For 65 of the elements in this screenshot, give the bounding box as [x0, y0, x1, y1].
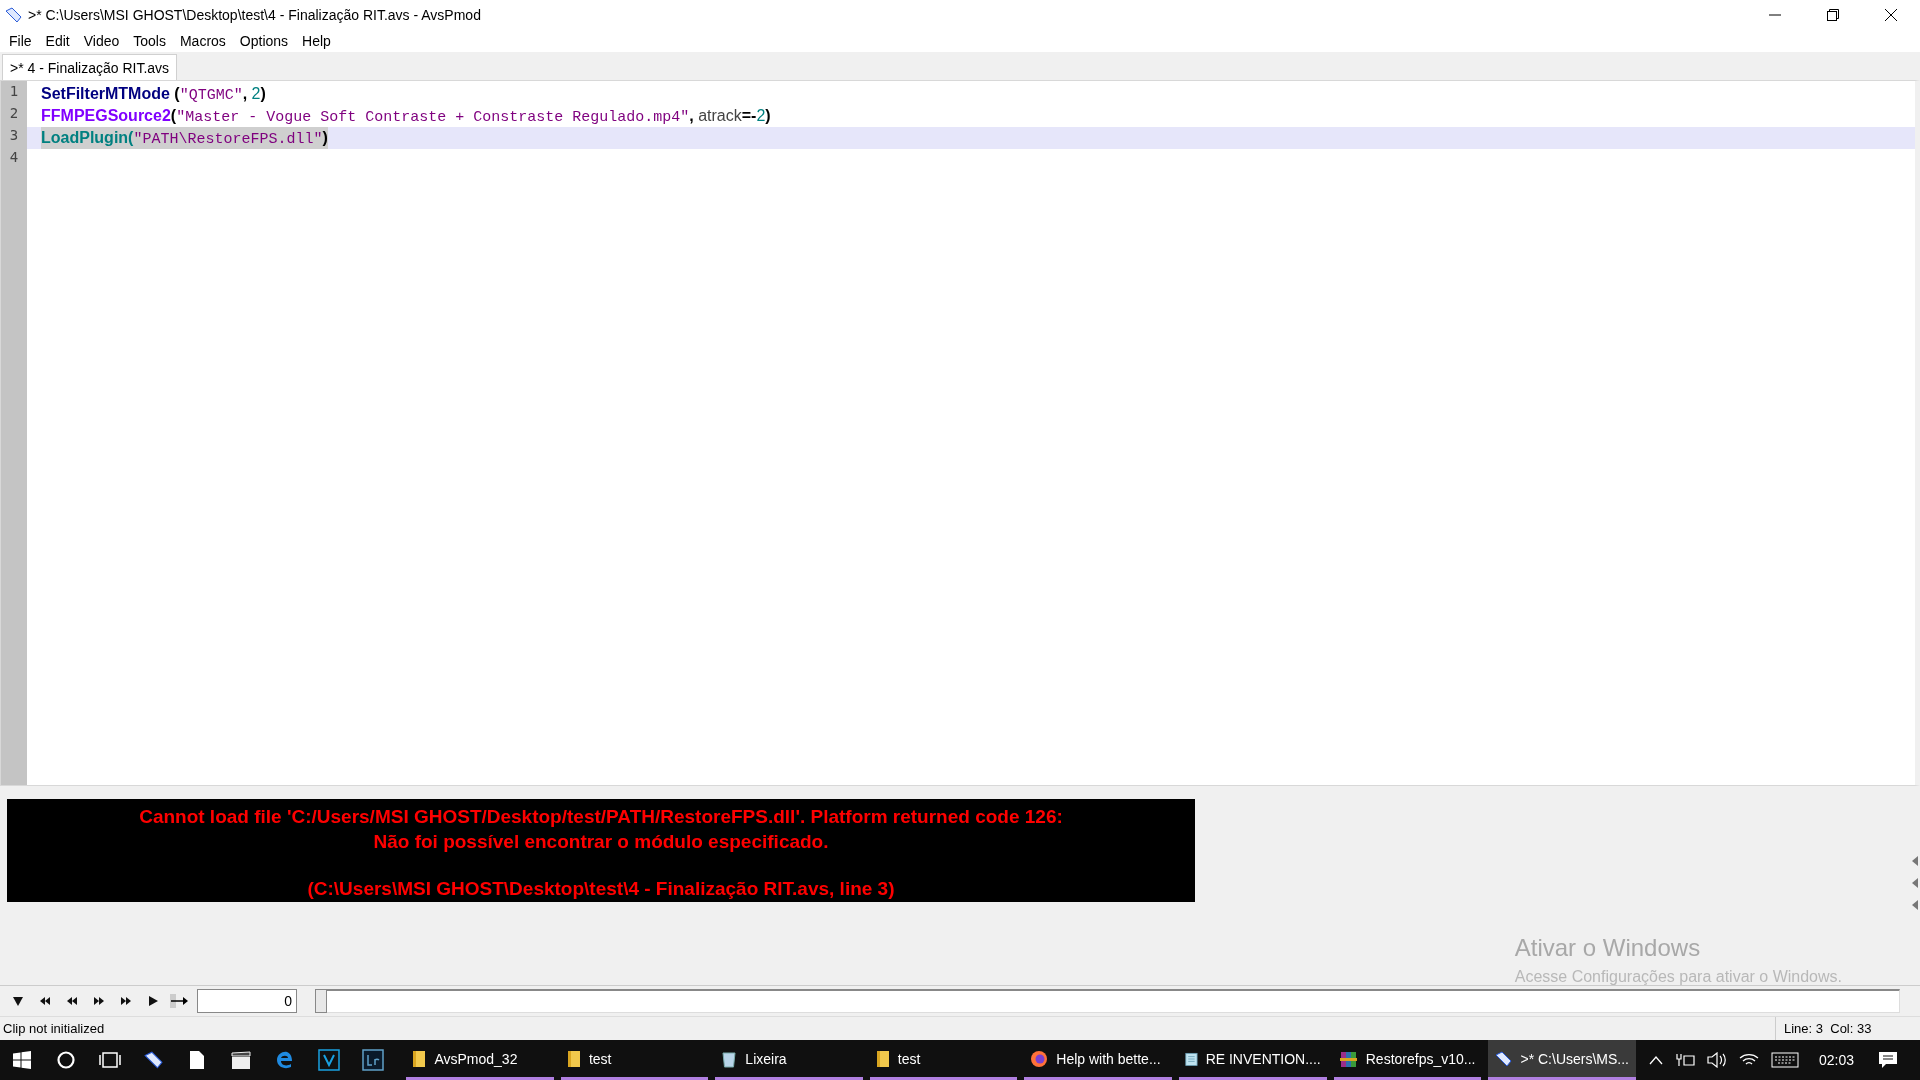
left-triangle-icon[interactable]	[1912, 878, 1918, 888]
menu-item[interactable]: Options	[232, 30, 296, 52]
code-editor[interactable]: 1 2 3 4 SetFilterMTMode ("QTGMC", 2) FFMPEGSource2("Master - Vogue Soft Contraste + Constraste Regulado.mp4", atrack=-2) LoadPlugin("PATH\RestoreFPS.dll")	[0, 80, 1920, 786]
folder-icon	[412, 1049, 427, 1068]
taskbar-window-button[interactable]: Restorefps_v10...	[1333, 1040, 1482, 1080]
v-logo-icon	[317, 1049, 340, 1071]
line-number: 4	[8, 149, 20, 167]
taskbar-window-button[interactable]: AvsPmod_32	[406, 1040, 554, 1080]
archive-books-icon	[1339, 1049, 1358, 1068]
taskbar-window-button[interactable]: test	[560, 1040, 709, 1080]
speaker-icon[interactable]	[1706, 1052, 1727, 1068]
recycle-bin-icon	[721, 1049, 738, 1068]
taskbar-window-button[interactable]: test	[869, 1040, 1018, 1080]
chevron-up-icon[interactable]	[1648, 1055, 1663, 1065]
document-icon	[190, 1051, 205, 1069]
restore-icon	[1827, 9, 1839, 21]
line-number: 1	[8, 83, 20, 101]
crystal-icon	[1494, 1050, 1513, 1067]
menu-item[interactable]: Help	[295, 30, 338, 52]
error-text: Não foi possível encontrar o módulo especificado.	[373, 830, 829, 854]
menu-item[interactable]: Macros	[172, 30, 233, 52]
crystal-icon	[4, 7, 22, 23]
folder-icon	[566, 1049, 581, 1068]
menu-item[interactable]: Edit	[38, 30, 77, 52]
status-message: Clip not initialized	[2, 1021, 106, 1036]
close-icon	[1884, 8, 1898, 22]
circle-icon	[55, 1050, 76, 1070]
fox-globe-icon	[1030, 1049, 1049, 1068]
left-triangle-icon[interactable]	[1912, 900, 1918, 910]
crystal-icon	[143, 1051, 164, 1069]
clapperboard-icon	[231, 1051, 252, 1069]
slider-thumb[interactable]	[315, 989, 327, 1013]
timeline-slider[interactable]	[315, 989, 1900, 1013]
keyboard-icon[interactable]	[1770, 1052, 1799, 1068]
file-tab[interactable]: >* 4 - Finalização RIT.avs	[2, 54, 178, 80]
error-location-text: (C:\Users\MSI GHOST\Desktop\test\4 - Finalização RIT.avs, line 3)	[307, 877, 895, 901]
folder-icon	[875, 1049, 890, 1068]
notification-icon[interactable]	[1878, 1051, 1898, 1069]
right-arrow-icon	[169, 994, 190, 1008]
activation-title: Ativar o Windows	[1514, 934, 1702, 962]
four-panes-icon	[12, 1051, 31, 1069]
code-line: FFMPEGSource2("Master - Vogue Soft Contraste + Constraste Regulado.mp4", atrack=-2)	[40, 106, 772, 127]
line-number: 2	[8, 105, 20, 123]
clock-text[interactable]: 02:03	[1818, 1052, 1854, 1068]
taskbar-window-button[interactable]: >* C:\Users\MS...	[1488, 1040, 1636, 1080]
left-triangle-icon[interactable]	[1912, 856, 1918, 866]
taskbar-window-button[interactable]: RE INVENTION....	[1178, 1040, 1327, 1080]
line-number: 3	[8, 127, 20, 145]
stacked-windows-icon	[97, 1051, 122, 1069]
double-right-triangle-icon	[91, 995, 106, 1007]
menu-item[interactable]: Tools	[126, 30, 173, 52]
taskbar-window-button[interactable]: Help with bette...	[1024, 1040, 1172, 1080]
error-text: Cannot load file 'C:/Users/MSI GHOST/Desktop/test/PATH/RestoreFPS.dll'. Platform returned code 126:	[139, 805, 1063, 829]
e-logo-icon	[274, 1050, 295, 1070]
frame-number-field[interactable]: 0	[197, 989, 297, 1013]
lr-logo-icon	[361, 1049, 384, 1071]
menu-item[interactable]: Video	[76, 30, 127, 52]
triangle-down-icon	[10, 995, 25, 1007]
window-title: >* C:\Users\MSI GHOST\Desktop\test\4 - Finalização RIT.avs - AvsPmod	[28, 7, 482, 23]
double-right-triangle-icon	[118, 995, 133, 1007]
activation-subtitle: Acesse Configurações para ativar o Windows.	[1514, 968, 1842, 986]
taskbar-window-button[interactable]: Lixeira	[715, 1040, 863, 1080]
power-plug-icon[interactable]	[1674, 1052, 1695, 1068]
menu-item[interactable]: File	[2, 30, 39, 52]
code-line: SetFilterMTMode ("QTGMC", 2)	[40, 84, 267, 105]
